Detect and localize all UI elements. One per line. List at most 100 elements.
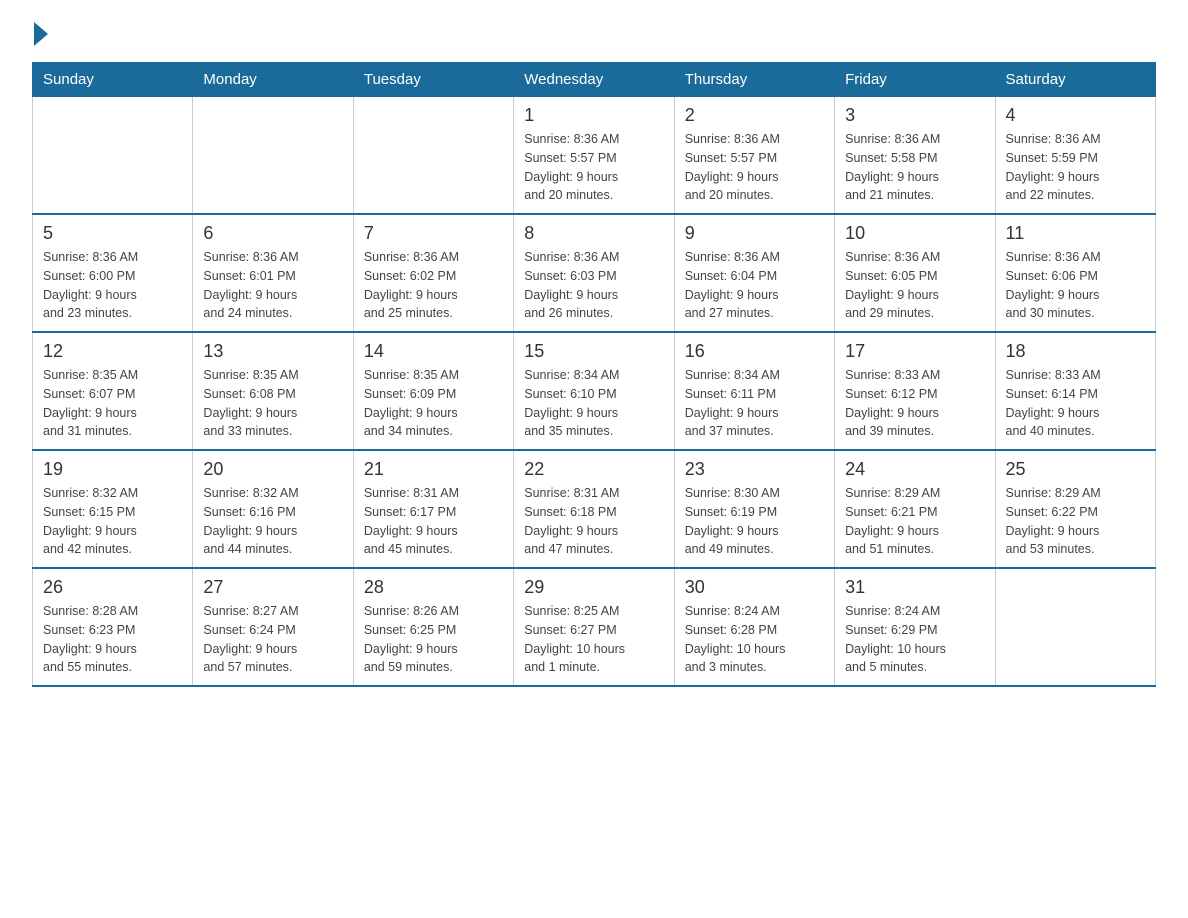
calendar-day-31: 31 Sunrise: 8:24 AM Sunset: 6:29 PM Dayli… (835, 568, 995, 686)
calendar-day-1: 1 Sunrise: 8:36 AM Sunset: 5:57 PM Daylig… (514, 97, 674, 215)
day-info: Sunrise: 8:24 AM Sunset: 6:28 PM Dayligh… (685, 602, 824, 677)
day-info: Sunrise: 8:35 AM Sunset: 6:09 PM Dayligh… (364, 366, 503, 441)
calendar-day-17: 17Sunrise: 8:33 AM Sunset: 6:12 PM Dayli… (835, 332, 995, 450)
day-info: Sunrise: 8:33 AM Sunset: 6:12 PM Dayligh… (845, 366, 984, 441)
day-info: Sunrise: 8:34 AM Sunset: 6:11 PM Dayligh… (685, 366, 824, 441)
day-number: 22 (524, 459, 663, 480)
day-number: 4 (1006, 105, 1145, 126)
day-number: 19 (43, 459, 182, 480)
day-info: Sunrise: 8:36 AM Sunset: 5:59 PM Dayligh… (1006, 130, 1145, 205)
calendar-day-20: 20Sunrise: 8:32 AM Sunset: 6:16 PM Dayli… (193, 450, 353, 568)
day-info: Sunrise: 8:35 AM Sunset: 6:07 PM Dayligh… (43, 366, 182, 441)
day-info: Sunrise: 8:36 AM Sunset: 6:01 PM Dayligh… (203, 248, 342, 323)
day-info: Sunrise: 8:36 AM Sunset: 5:58 PM Dayligh… (845, 130, 984, 205)
day-info: Sunrise: 8:26 AM Sunset: 6:25 PM Dayligh… (364, 602, 503, 677)
day-info: Sunrise: 8:36 AM Sunset: 6:06 PM Dayligh… (1006, 248, 1145, 323)
calendar-header-wednesday: Wednesday (514, 63, 674, 97)
calendar-day-13: 13 Sunrise: 8:35 AM Sunset: 6:08 PM Dayli… (193, 332, 353, 450)
day-info: Sunrise: 8:28 AM Sunset: 6:23 PM Dayligh… (43, 602, 182, 677)
calendar-day-3: 3 Sunrise: 8:36 AM Sunset: 5:58 PM Daylig… (835, 97, 995, 215)
calendar-week-row: 26 Sunrise: 8:28 AM Sunset: 6:23 PM Dayli… (33, 568, 1156, 686)
day-number: 26 (43, 577, 182, 598)
calendar-day-2: 2 Sunrise: 8:36 AM Sunset: 5:57 PM Daylig… (674, 97, 834, 215)
day-info: Sunrise: 8:25 AM Sunset: 6:27 PM Dayligh… (524, 602, 663, 677)
day-number: 14 (364, 341, 503, 362)
day-number: 3 (845, 105, 984, 126)
day-number: 5 (43, 223, 182, 244)
calendar-day-9: 9 Sunrise: 8:36 AM Sunset: 6:04 PM Daylig… (674, 214, 834, 332)
day-number: 11 (1006, 223, 1145, 244)
day-number: 2 (685, 105, 824, 126)
calendar-day-11: 11 Sunrise: 8:36 AM Sunset: 6:06 PM Dayli… (995, 214, 1155, 332)
calendar-day-16: 16Sunrise: 8:34 AM Sunset: 6:11 PM Dayli… (674, 332, 834, 450)
day-info: Sunrise: 8:33 AM Sunset: 6:14 PM Dayligh… (1006, 366, 1145, 441)
calendar-day-25: 25 Sunrise: 8:29 AM Sunset: 6:22 PM Dayli… (995, 450, 1155, 568)
calendar-day-10: 10 Sunrise: 8:36 AM Sunset: 6:05 PM Dayli… (835, 214, 995, 332)
day-info: Sunrise: 8:36 AM Sunset: 6:05 PM Dayligh… (845, 248, 984, 323)
day-number: 18 (1006, 341, 1145, 362)
calendar-day-7: 7 Sunrise: 8:36 AM Sunset: 6:02 PM Daylig… (353, 214, 513, 332)
calendar-day-22: 22 Sunrise: 8:31 AM Sunset: 6:18 PM Dayli… (514, 450, 674, 568)
calendar-week-row: 19 Sunrise: 8:32 AM Sunset: 6:15 PM Dayli… (33, 450, 1156, 568)
calendar-day-26: 26 Sunrise: 8:28 AM Sunset: 6:23 PM Dayli… (33, 568, 193, 686)
day-info: Sunrise: 8:35 AM Sunset: 6:08 PM Dayligh… (203, 366, 342, 441)
calendar-table: SundayMondayTuesdayWednesdayThursdayFrid… (32, 62, 1156, 687)
calendar-header-sunday: Sunday (33, 63, 193, 97)
day-info: Sunrise: 8:29 AM Sunset: 6:22 PM Dayligh… (1006, 484, 1145, 559)
day-number: 29 (524, 577, 663, 598)
day-info: Sunrise: 8:24 AM Sunset: 6:29 PM Dayligh… (845, 602, 984, 677)
day-number: 31 (845, 577, 984, 598)
calendar-header-row: SundayMondayTuesdayWednesdayThursdayFrid… (33, 63, 1156, 97)
calendar-day-18: 18 Sunrise: 8:33 AM Sunset: 6:14 PM Dayli… (995, 332, 1155, 450)
calendar-header-friday: Friday (835, 63, 995, 97)
calendar-day-19: 19 Sunrise: 8:32 AM Sunset: 6:15 PM Dayli… (33, 450, 193, 568)
day-number: 13 (203, 341, 342, 362)
calendar-day-24: 24Sunrise: 8:29 AM Sunset: 6:21 PM Dayli… (835, 450, 995, 568)
calendar-header-saturday: Saturday (995, 63, 1155, 97)
calendar-day-6: 6 Sunrise: 8:36 AM Sunset: 6:01 PM Daylig… (193, 214, 353, 332)
day-number: 7 (364, 223, 503, 244)
day-number: 24 (845, 459, 984, 480)
day-info: Sunrise: 8:34 AM Sunset: 6:10 PM Dayligh… (524, 366, 663, 441)
calendar-day-29: 29 Sunrise: 8:25 AM Sunset: 6:27 PM Dayli… (514, 568, 674, 686)
calendar-header-monday: Monday (193, 63, 353, 97)
calendar-header-tuesday: Tuesday (353, 63, 513, 97)
logo (32, 24, 52, 46)
calendar-day-30: 30Sunrise: 8:24 AM Sunset: 6:28 PM Dayli… (674, 568, 834, 686)
day-number: 1 (524, 105, 663, 126)
day-number: 25 (1006, 459, 1145, 480)
calendar-day-5: 5 Sunrise: 8:36 AM Sunset: 6:00 PM Daylig… (33, 214, 193, 332)
calendar-day-8: 8 Sunrise: 8:36 AM Sunset: 6:03 PM Daylig… (514, 214, 674, 332)
calendar-empty-cell (193, 97, 353, 215)
day-info: Sunrise: 8:32 AM Sunset: 6:15 PM Dayligh… (43, 484, 182, 559)
day-info: Sunrise: 8:36 AM Sunset: 5:57 PM Dayligh… (524, 130, 663, 205)
page-header (32, 24, 1156, 46)
day-number: 6 (203, 223, 342, 244)
calendar-day-15: 15 Sunrise: 8:34 AM Sunset: 6:10 PM Dayli… (514, 332, 674, 450)
day-number: 15 (524, 341, 663, 362)
calendar-day-27: 27 Sunrise: 8:27 AM Sunset: 6:24 PM Dayli… (193, 568, 353, 686)
day-number: 28 (364, 577, 503, 598)
calendar-empty-cell (995, 568, 1155, 686)
day-number: 27 (203, 577, 342, 598)
calendar-day-14: 14 Sunrise: 8:35 AM Sunset: 6:09 PM Dayli… (353, 332, 513, 450)
calendar-day-23: 23Sunrise: 8:30 AM Sunset: 6:19 PM Dayli… (674, 450, 834, 568)
day-number: 9 (685, 223, 824, 244)
day-info: Sunrise: 8:36 AM Sunset: 6:00 PM Dayligh… (43, 248, 182, 323)
day-info: Sunrise: 8:27 AM Sunset: 6:24 PM Dayligh… (203, 602, 342, 677)
logo-arrow-icon (34, 22, 48, 46)
calendar-week-row: 12 Sunrise: 8:35 AM Sunset: 6:07 PM Dayli… (33, 332, 1156, 450)
day-number: 8 (524, 223, 663, 244)
day-info: Sunrise: 8:32 AM Sunset: 6:16 PM Dayligh… (203, 484, 342, 559)
day-info: Sunrise: 8:36 AM Sunset: 6:02 PM Dayligh… (364, 248, 503, 323)
calendar-empty-cell (353, 97, 513, 215)
day-info: Sunrise: 8:36 AM Sunset: 6:03 PM Dayligh… (524, 248, 663, 323)
day-number: 12 (43, 341, 182, 362)
day-info: Sunrise: 8:36 AM Sunset: 6:04 PM Dayligh… (685, 248, 824, 323)
day-info: Sunrise: 8:31 AM Sunset: 6:18 PM Dayligh… (524, 484, 663, 559)
day-info: Sunrise: 8:30 AM Sunset: 6:19 PM Dayligh… (685, 484, 824, 559)
calendar-empty-cell (33, 97, 193, 215)
calendar-day-21: 21Sunrise: 8:31 AM Sunset: 6:17 PM Dayli… (353, 450, 513, 568)
day-number: 10 (845, 223, 984, 244)
day-info: Sunrise: 8:36 AM Sunset: 5:57 PM Dayligh… (685, 130, 824, 205)
